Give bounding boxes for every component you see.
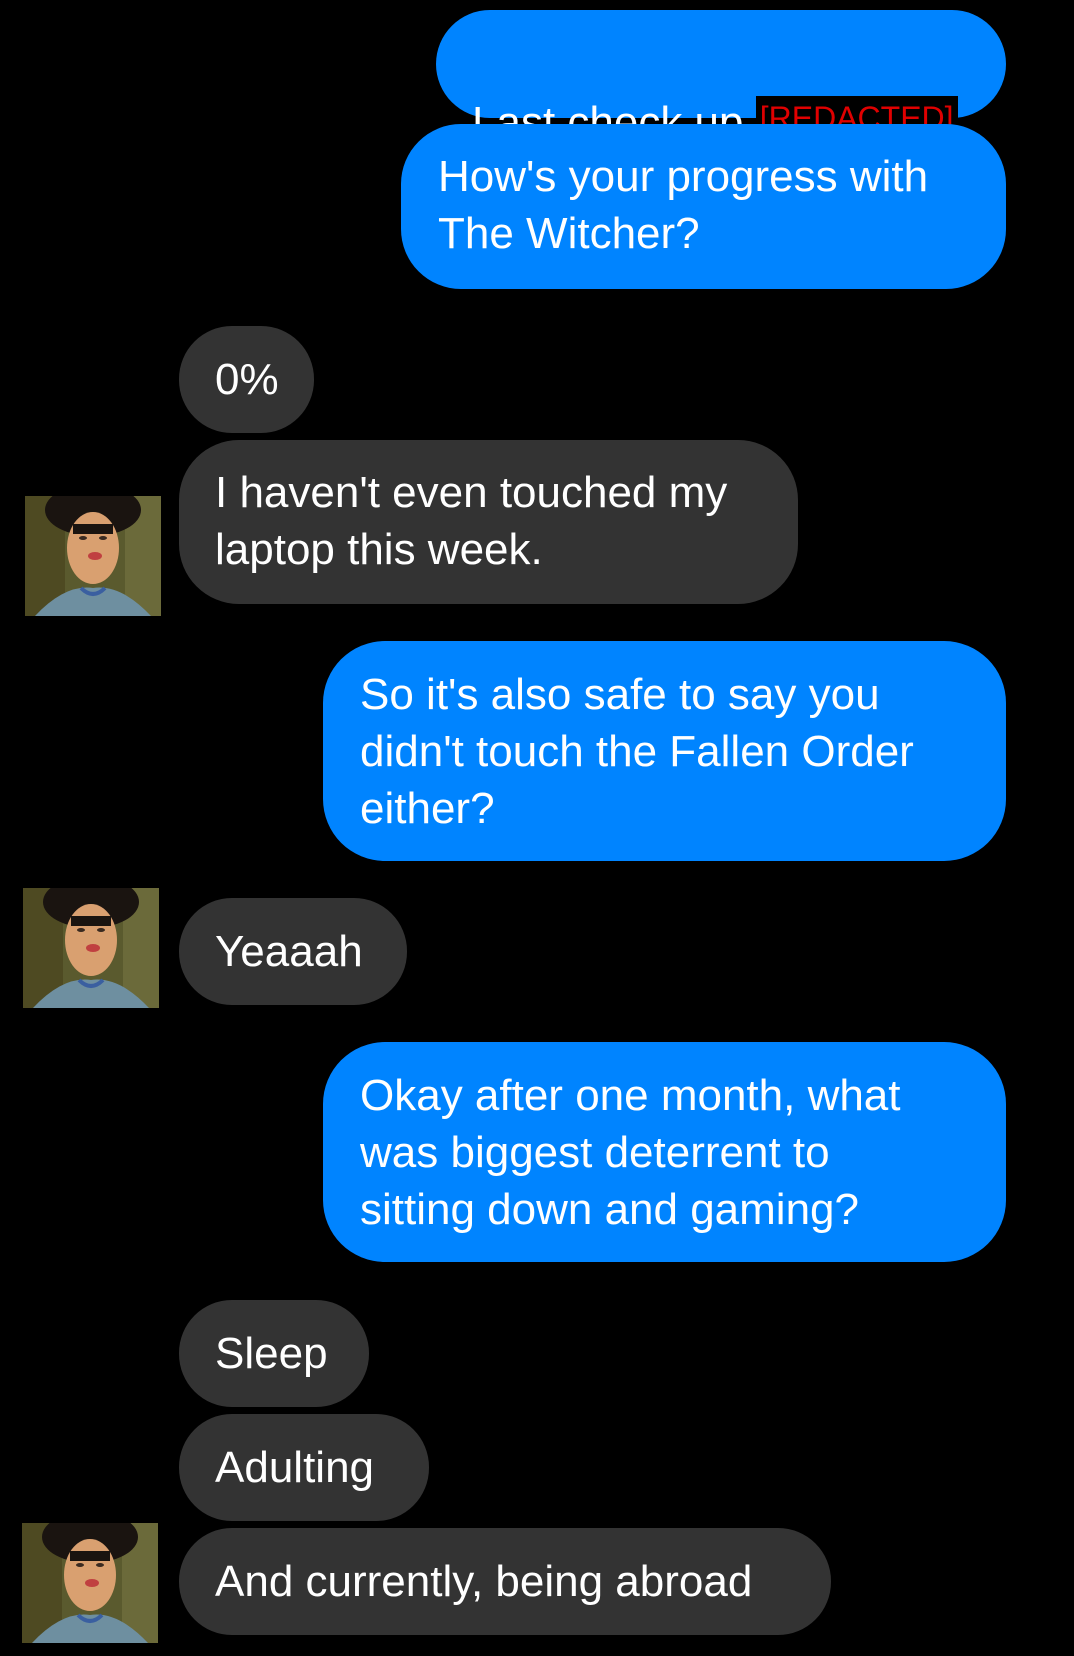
contact-avatar-icon[interactable] <box>23 888 159 1008</box>
received-message-bubble[interactable]: Adulting <box>179 1414 429 1521</box>
received-message-bubble[interactable]: 0% <box>179 326 314 433</box>
contact-avatar-icon[interactable] <box>25 496 161 616</box>
received-message-bubble[interactable]: Sleep <box>179 1300 369 1407</box>
sent-message-bubble[interactable]: So it's also safe to say you didn't touc… <box>323 641 1006 861</box>
received-message-bubble[interactable]: Yeaaah <box>179 898 407 1005</box>
sent-message-bubble[interactable]: Last check up, [REDACTED]. <box>436 10 1006 147</box>
contact-avatar-icon[interactable] <box>22 1523 158 1643</box>
received-message-bubble[interactable]: And currently, being abroad <box>179 1528 831 1635</box>
received-message-bubble[interactable]: I haven't even touched my laptop this we… <box>179 440 798 604</box>
sent-message-bubble[interactable]: Okay after one month, what was biggest d… <box>323 1042 1006 1262</box>
sent-message-bubble[interactable]: How's your progress with The Witcher? <box>401 124 1006 289</box>
